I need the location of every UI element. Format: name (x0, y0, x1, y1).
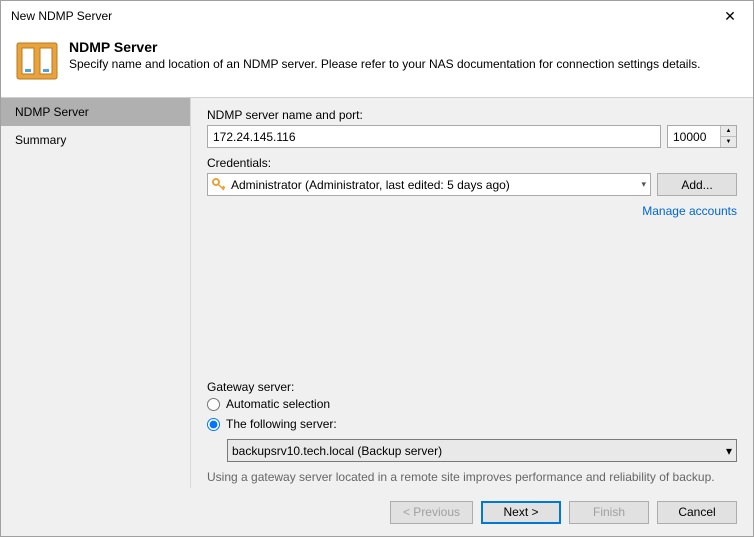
key-icon (212, 178, 226, 192)
dialog-window: New NDMP Server ✕ NDMP Server Specify na… (0, 0, 754, 537)
add-credentials-button[interactable]: Add... (657, 173, 737, 196)
next-button[interactable]: Next > (481, 501, 561, 524)
cancel-button[interactable]: Cancel (657, 501, 737, 524)
chevron-down-icon: ▾ (641, 179, 646, 190)
server-name-input[interactable] (207, 125, 661, 148)
credentials-label: Credentials: (207, 156, 737, 170)
sidebar-item-summary[interactable]: Summary (1, 126, 190, 154)
sidebar: NDMP Server Summary (1, 98, 191, 488)
header-subtitle: Specify name and location of an NDMP ser… (69, 57, 700, 71)
gateway-label: Gateway server: (207, 380, 737, 394)
header-text: NDMP Server Specify name and location of… (69, 39, 700, 83)
spinner-down-icon[interactable]: ▼ (721, 137, 736, 147)
manage-accounts-link[interactable]: Manage accounts (207, 204, 737, 218)
header: NDMP Server Specify name and location of… (1, 31, 753, 98)
gateway-auto-label[interactable]: Automatic selection (226, 397, 330, 411)
titlebar: New NDMP Server ✕ (1, 1, 753, 31)
previous-button: < Previous (390, 501, 473, 524)
gateway-following-label[interactable]: The following server: (226, 417, 337, 431)
gateway-following-radio[interactable] (207, 418, 220, 431)
chevron-down-icon: ▾ (726, 444, 732, 458)
gateway-hint: Using a gateway server located in a remo… (207, 470, 737, 484)
spinner-up-icon[interactable]: ▲ (721, 126, 736, 137)
header-title: NDMP Server (69, 39, 700, 55)
body: NDMP Server Summary NDMP server name and… (1, 98, 753, 488)
sidebar-item-label: NDMP Server (15, 105, 89, 119)
credentials-value: Administrator (Administrator, last edite… (231, 178, 641, 192)
close-icon[interactable]: ✕ (715, 8, 745, 25)
window-title: New NDMP Server (11, 9, 112, 23)
footer: < Previous Next > Finish Cancel (1, 488, 753, 536)
port-input[interactable] (668, 126, 720, 147)
credentials-select[interactable]: Administrator (Administrator, last edite… (207, 173, 651, 196)
server-name-label: NDMP server name and port: (207, 108, 737, 122)
sidebar-item-label: Summary (15, 133, 66, 147)
main-panel: NDMP server name and port: ▲ ▼ Credentia… (191, 98, 753, 488)
sidebar-item-ndmp-server[interactable]: NDMP Server (1, 98, 190, 126)
gateway-server-select[interactable]: backupsrv10.tech.local (Backup server) ▾ (227, 439, 737, 462)
gateway-auto-radio[interactable] (207, 398, 220, 411)
port-spinner[interactable]: ▲ ▼ (667, 125, 737, 148)
gateway-server-value: backupsrv10.tech.local (Backup server) (232, 444, 726, 458)
ndmp-server-icon (15, 39, 59, 83)
finish-button: Finish (569, 501, 649, 524)
